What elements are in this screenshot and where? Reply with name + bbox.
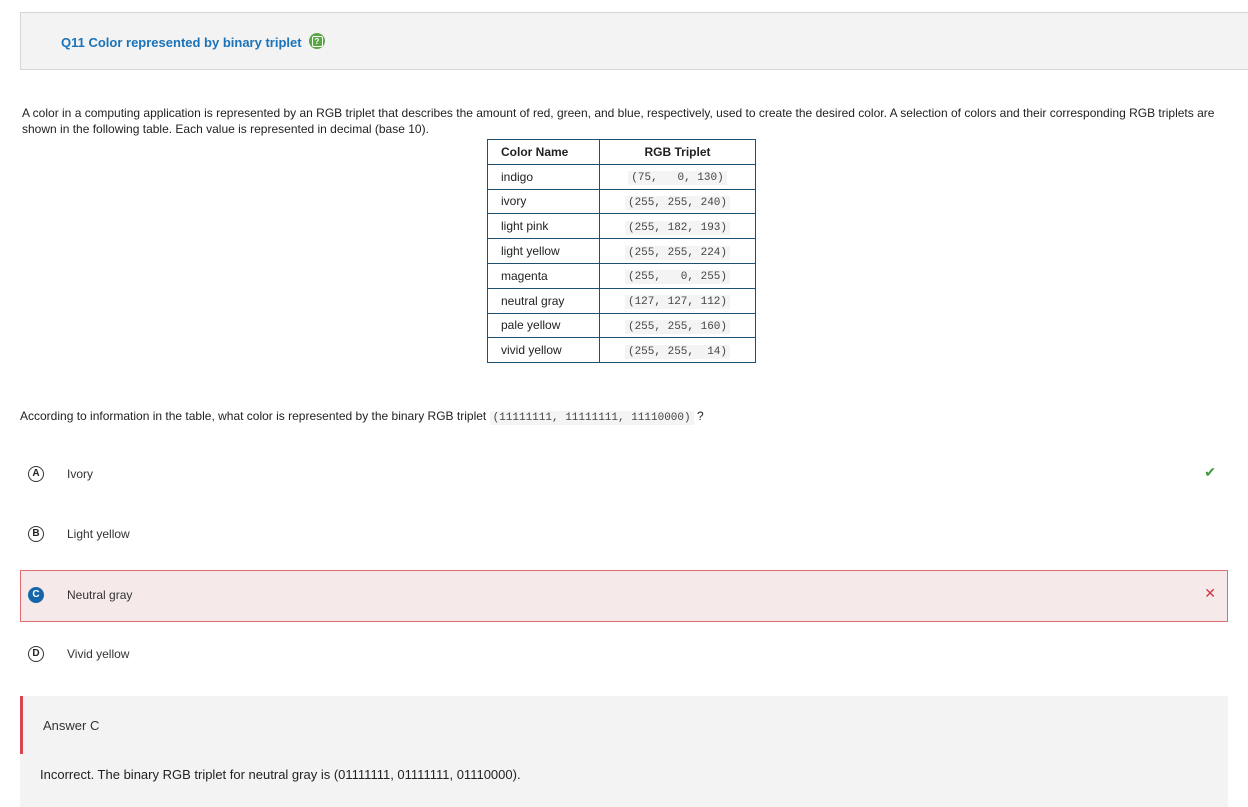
color-name-cell: light pink — [487, 213, 600, 240]
question-prompt: According to information in the table, w… — [20, 409, 704, 425]
table-row: indigo (75, 0, 130) — [487, 163, 756, 190]
table-header-row: Color Name RGB Triplet — [487, 139, 756, 165]
option-b[interactable]: B Light yellow — [20, 509, 1228, 561]
rgb-triplet-cell: (75, 0, 130) — [628, 171, 727, 186]
answer-indicator-bar — [20, 696, 23, 754]
table-row: light pink (255, 182, 193) — [487, 213, 756, 240]
color-name-cell: vivid yellow — [487, 337, 600, 364]
column-header-color-name: Color Name — [487, 139, 600, 165]
correct-check-icon: ✔ — [1204, 464, 1216, 480]
help-icon[interactable]: ? — [309, 33, 325, 49]
question-stem: A color in a computing application is re… — [22, 106, 1215, 136]
table-row: pale yellow (255, 255, 160) — [487, 312, 756, 339]
option-label: Neutral gray — [67, 588, 133, 602]
color-name-cell: light yellow — [487, 238, 600, 264]
table-row: magenta (255, 0, 255) — [487, 262, 756, 289]
option-letter-a: A — [28, 466, 44, 482]
option-label: Ivory — [67, 467, 94, 481]
rgb-table: Color Name RGB Triplet indigo (75, 0, 13… — [487, 139, 756, 364]
question-title: Q11 Color represented by binary triplet — [61, 35, 302, 50]
option-letter-c: C — [28, 587, 44, 603]
prompt-end: ? — [693, 409, 704, 423]
prompt-binary-triplet: (11111111, 11111111, 11110000) — [489, 411, 694, 425]
table-row: vivid yellow (255, 255, 14) — [487, 337, 756, 364]
rgb-triplet-cell: (255, 255, 240) — [624, 195, 731, 210]
option-a[interactable]: A Ivory ✔ — [20, 449, 1228, 501]
option-label: Light yellow — [67, 527, 130, 541]
option-c[interactable]: C Neutral gray ✕ — [20, 570, 1228, 622]
incorrect-x-icon: ✕ — [1204, 585, 1216, 601]
rgb-triplet-cell: (255, 0, 255) — [624, 270, 731, 285]
option-letter-d: D — [28, 646, 44, 662]
color-name-cell: pale yellow — [487, 312, 600, 339]
rgb-triplet-cell: (255, 182, 193) — [624, 220, 731, 235]
answer-label: Answer C — [43, 718, 100, 733]
option-letter-b: B — [28, 526, 44, 542]
rgb-triplet-cell: (255, 255, 224) — [624, 245, 731, 260]
option-label: Vivid yellow — [67, 647, 130, 661]
table-row: ivory (255, 255, 240) — [487, 188, 756, 215]
rgb-triplet-cell: (127, 127, 112) — [624, 295, 731, 310]
table-row: neutral gray (127, 127, 112) — [487, 287, 756, 314]
rgb-triplet-cell: (255, 255, 14) — [624, 344, 731, 359]
prompt-text: According to information in the table, w… — [20, 409, 490, 423]
answer-explanation: Incorrect. The binary RGB triplet for ne… — [40, 767, 521, 782]
question-header: Q11 Color represented by binary triplet … — [20, 12, 1248, 70]
column-header-rgb-triplet: RGB Triplet — [599, 139, 756, 165]
option-d[interactable]: D Vivid yellow — [20, 629, 1228, 681]
rgb-triplet-cell: (255, 255, 160) — [624, 319, 731, 334]
color-name-cell: indigo — [487, 163, 600, 190]
answer-panel: Answer C Incorrect. The binary RGB tripl… — [20, 696, 1228, 807]
color-name-cell: neutral gray — [487, 287, 600, 314]
color-name-cell: ivory — [487, 188, 600, 215]
table-row: light yellow (255, 255, 224) — [487, 238, 756, 264]
color-name-cell: magenta — [487, 262, 600, 289]
